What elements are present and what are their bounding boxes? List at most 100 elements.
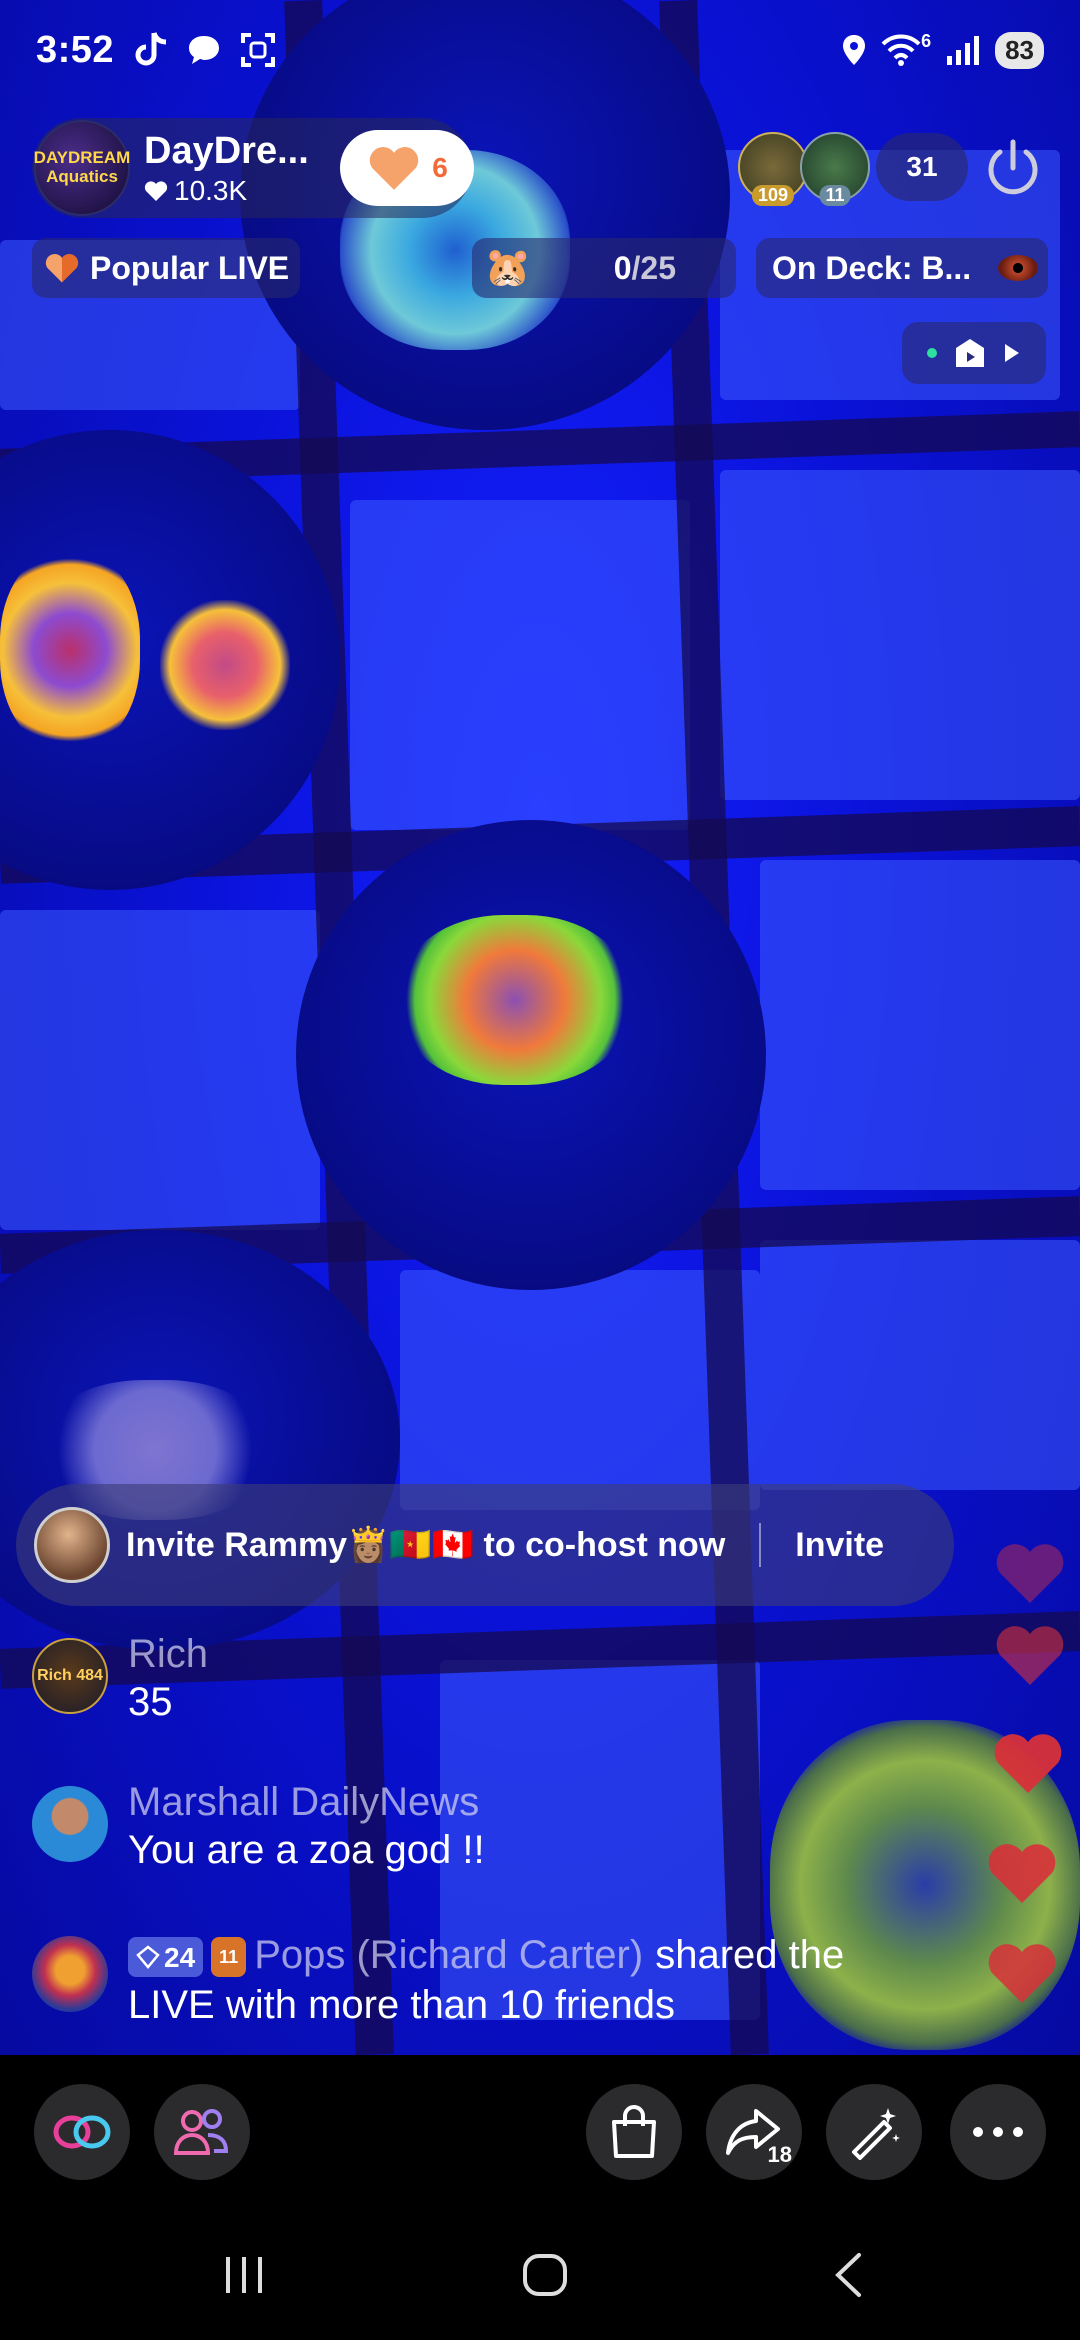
comment-text: 35 <box>128 1680 173 1724</box>
commenter-avatar[interactable]: Rich 484 <box>32 1638 108 1714</box>
host-likes-count: 10.3K <box>174 174 248 206</box>
host-name: DayDre... <box>144 129 309 172</box>
signal-icon <box>947 36 980 65</box>
invite-button[interactable]: Invite <box>795 1526 884 1565</box>
coral-polyp <box>160 600 290 730</box>
viewer-count[interactable]: 31 <box>876 133 968 201</box>
grid-cell <box>760 1240 1080 1490</box>
co-host-button[interactable] <box>34 2084 130 2180</box>
grid-cell <box>760 860 1080 1190</box>
chat-bubble-icon <box>189 36 220 64</box>
floating-heart-icon <box>994 1734 1062 1793</box>
goal-count: 0/25 <box>614 250 676 287</box>
grid-cell <box>350 500 690 830</box>
coral-polyp <box>400 915 630 1085</box>
effects-wand-icon <box>852 2108 900 2160</box>
more-button[interactable] <box>950 2084 1046 2180</box>
floating-heart-icon <box>988 1944 1056 2003</box>
home-button[interactable] <box>505 2245 585 2305</box>
comment-item[interactable]: 24 11 Pops (Richard Carter) shared the LIV… <box>32 1930 844 2030</box>
level-badge: 24 <box>128 1937 204 1978</box>
grid-cell <box>720 470 1080 800</box>
level-number: 24 <box>164 1941 196 1973</box>
comment-text: LIVE with more than 10 friends <box>128 1983 675 2027</box>
heart-icon <box>369 147 419 190</box>
follow-count: 6 <box>432 152 448 183</box>
comment-username[interactable]: Pops (Richard Carter) <box>254 1933 643 1977</box>
host-likes: 10.3K <box>144 175 309 207</box>
live-dot-icon <box>927 348 937 358</box>
share-count: 18 <box>767 2142 792 2167</box>
viewer-rank: 109 <box>751 185 795 206</box>
top-viewers[interactable]: 109 11 31 <box>738 132 968 206</box>
comment-text: You are a zoa god !! <box>128 1828 485 1872</box>
commenter-avatar[interactable] <box>32 1936 108 2012</box>
home-icon <box>523 2254 567 2296</box>
popular-live-chip[interactable]: Popular LIVE <box>32 238 300 298</box>
on-deck-label: On Deck: B... <box>772 249 972 286</box>
comment-username[interactable]: Rich <box>128 1632 208 1677</box>
battery-indicator: 83 <box>995 31 1044 69</box>
on-deck-chip[interactable]: On Deck: B... <box>756 238 1048 298</box>
shop-button[interactable] <box>586 2084 682 2180</box>
network-type: 6 <box>921 30 932 51</box>
popular-live-label: Popular LIVE <box>90 249 290 286</box>
coral-polyp <box>0 550 140 750</box>
viewer-avatar[interactable]: 109 <box>738 132 808 206</box>
fan-badge: 11 <box>211 1937 247 1978</box>
location-icon <box>843 35 866 65</box>
live-video-feed <box>0 0 1080 2055</box>
status-bar: 3:52 6 83 <box>0 0 1080 100</box>
live-toolbar: 18 <box>0 2055 1080 2205</box>
video-icon <box>956 339 984 367</box>
floating-heart-icon <box>996 1626 1064 1685</box>
goal-current: 0 <box>613 249 632 286</box>
recent-apps-button[interactable] <box>204 2245 284 2305</box>
multi-guest-icon <box>173 2109 229 2155</box>
commenter-avatar[interactable] <box>32 1786 108 1862</box>
multi-guest-button[interactable] <box>154 2084 250 2180</box>
comment-share-line: 24 11 Pops (Richard Carter) shared the <box>128 1930 844 1980</box>
comment-username[interactable]: Marshall DailyNews <box>128 1780 485 1825</box>
comment-item[interactable]: Rich 484 Rich 35 <box>32 1632 208 1727</box>
co-host-icon <box>53 2115 111 2149</box>
invite-text: Invite Rammy👸🏽🇨🇲🇨🇦 to co-host now <box>126 1526 726 1564</box>
back-icon <box>835 2253 861 2297</box>
share-button[interactable]: 18 <box>706 2084 802 2180</box>
more-icon <box>973 2127 1023 2137</box>
cohost-invite-banner[interactable]: Invite Rammy👸🏽🇨🇲🇨🇦 to co-host now Invite <box>16 1484 954 1606</box>
fan-level: 11 <box>219 1947 239 1968</box>
end-live-power-icon[interactable] <box>982 138 1044 200</box>
clock: 3:52 <box>36 28 115 71</box>
screenshot-icon <box>241 33 276 67</box>
heart-icon <box>144 180 168 201</box>
wifi-icon <box>881 34 921 66</box>
viewer-avatar[interactable]: 11 <box>800 132 870 206</box>
tiktok-icon <box>135 32 167 66</box>
play-icon <box>1005 344 1019 362</box>
commenter-avatar-logo: Rich 484 <box>37 1667 103 1684</box>
viewer-rank: 11 <box>819 185 851 206</box>
shop-bag-icon <box>612 2105 656 2158</box>
host-avatar-logo: DAYDREAM Aquatics <box>33 148 131 186</box>
invitee-avatar <box>34 1507 110 1583</box>
donut-icon <box>998 255 1038 281</box>
goal-progress-chip[interactable]: 🐹 0/25 <box>472 238 736 298</box>
hamster-icon: 🐹 <box>484 247 532 289</box>
goal-total: /25 <box>631 249 676 286</box>
system-nav-bar <box>0 2205 1080 2340</box>
live-mini-controls[interactable] <box>902 322 1046 384</box>
divider <box>759 1523 762 1567</box>
grid-cell <box>0 910 320 1230</box>
comment-text-inline: shared the <box>655 1933 845 1977</box>
recent-apps-icon <box>226 2257 262 2293</box>
host-avatar[interactable]: DAYDREAM Aquatics <box>34 120 130 216</box>
floating-heart-icon <box>996 1544 1064 1603</box>
diamond-icon <box>136 1945 160 1970</box>
follow-button[interactable]: 6 <box>340 130 474 206</box>
heart-icon <box>45 254 79 283</box>
floating-heart-icon <box>988 1844 1056 1903</box>
effects-button[interactable] <box>826 2084 922 2180</box>
back-button[interactable] <box>808 2245 888 2305</box>
comment-item[interactable]: Marshall DailyNews You are a zoa god !! <box>32 1780 485 1875</box>
